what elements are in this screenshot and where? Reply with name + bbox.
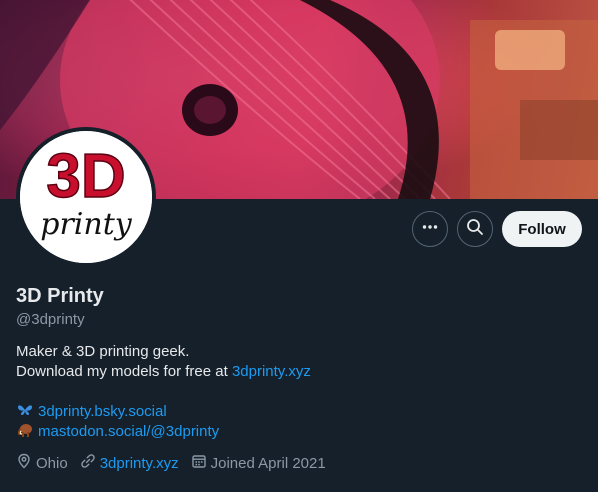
bio-line-2-text: Download my models for free at <box>16 363 232 380</box>
joined-item: Joined April 2021 <box>191 453 326 475</box>
calendar-icon <box>191 453 207 475</box>
follow-button[interactable]: Follow <box>502 211 582 247</box>
bio-website-link[interactable]: 3dprinty.xyz <box>232 363 311 380</box>
username: @3dprinty <box>16 311 85 328</box>
profile-meta: Ohio 3dprinty.xyz Joined April 2021 <box>16 453 582 475</box>
mammoth-icon <box>16 422 34 442</box>
search-icon <box>466 218 484 241</box>
website-link[interactable]: 3dprinty.xyz <box>100 454 179 474</box>
bio-line-1: Maker & 3D printing geek. <box>16 343 190 360</box>
3dprinty-logo: 3D printy <box>20 131 152 263</box>
more-button[interactable] <box>412 211 448 247</box>
profile-avatar[interactable]: 3D printy <box>16 127 156 267</box>
bio-line-2: Download my models for free at 3dprinty.… <box>16 362 582 382</box>
bluesky-link-row: 3dprinty.bsky.social <box>16 402 582 422</box>
bluesky-link[interactable]: 3dprinty.bsky.social <box>38 402 167 422</box>
joined-text: Joined April 2021 <box>210 455 326 472</box>
mastodon-link[interactable]: mastodon.social/@3dprinty <box>38 422 219 442</box>
profile-links: 3dprinty.bsky.social mastodon.social/@3d… <box>16 402 582 442</box>
butterfly-icon <box>16 402 34 422</box>
profile-actions: Follow <box>412 211 582 247</box>
mastodon-link-row: mastodon.social/@3dprinty <box>16 422 582 442</box>
website-item: 3dprinty.xyz <box>80 453 179 475</box>
display-name: 3D Printy <box>16 285 104 307</box>
avatar-logo-text-printy: printy <box>40 207 133 242</box>
location-item: Ohio <box>16 453 68 475</box>
more-icon <box>421 218 439 241</box>
avatar-logo-text-3d: 3D <box>46 142 125 211</box>
profile-bio: Maker & 3D printing geek. Download my mo… <box>16 342 582 382</box>
location-text: Ohio <box>36 455 68 472</box>
profile-info: 3D Printy @3dprinty Maker & 3D printing … <box>16 284 582 475</box>
link-icon <box>80 453 96 475</box>
location-pin-icon <box>16 453 32 475</box>
search-button[interactable] <box>457 211 493 247</box>
